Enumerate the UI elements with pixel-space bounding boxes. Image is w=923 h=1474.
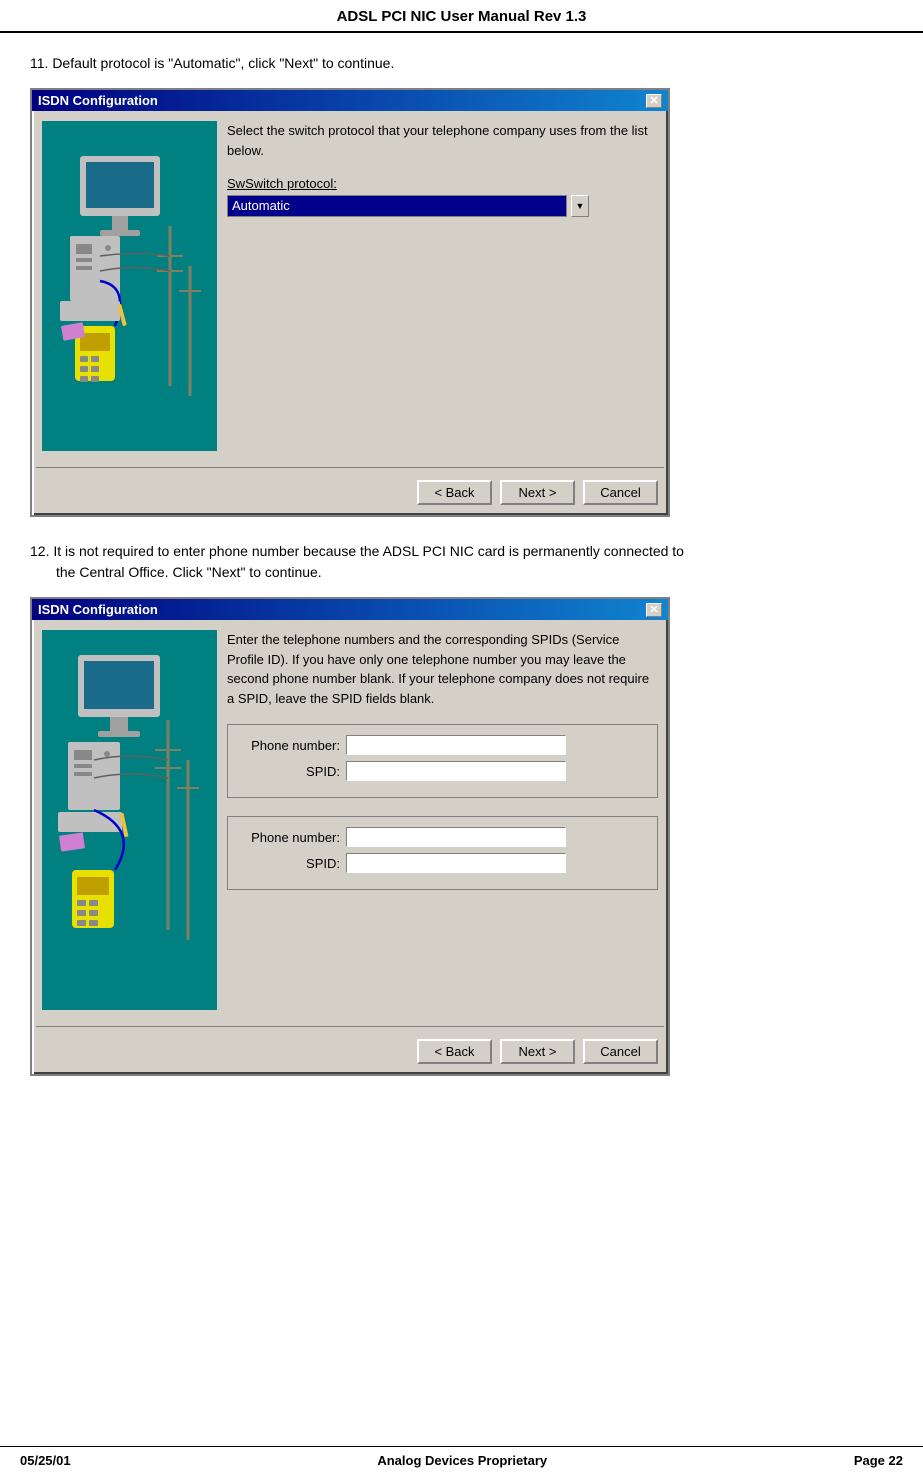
dialog2-next-button[interactable]: Next > xyxy=(500,1039,575,1064)
computer-svg-1 xyxy=(50,126,210,446)
isdn-dialog-2: ISDN Configuration ✕ xyxy=(30,597,670,1076)
dialog1-description: Select the switch protocol that your tel… xyxy=(227,121,658,160)
spid2-row: SPID: xyxy=(240,853,645,873)
computer-svg-2 xyxy=(50,630,210,1010)
phone1-label: Phone number: xyxy=(240,738,340,753)
step12-text1: 12. It is not required to enter phone nu… xyxy=(30,541,893,583)
protocol-dropdown-container: Automatic ▼ xyxy=(227,195,658,217)
spid1-row: SPID: xyxy=(240,761,645,781)
dialog2-divider xyxy=(36,1026,664,1027)
spid2-input[interactable] xyxy=(346,853,566,873)
dialog1-cancel-button[interactable]: Cancel xyxy=(583,480,658,505)
dialog1-divider xyxy=(36,467,664,468)
dialog2-illustration xyxy=(42,630,217,1010)
dialog2-right: Enter the telephone numbers and the corr… xyxy=(227,630,658,1010)
spid1-input[interactable] xyxy=(346,761,566,781)
dialog2-footer: < Back Next > Cancel xyxy=(32,1033,668,1074)
dialog2-close-button[interactable]: ✕ xyxy=(646,603,662,617)
switch-protocol-section: SwSwitch protocol: Automatic ▼ xyxy=(227,176,658,227)
dialog1-next-button[interactable]: Next > xyxy=(500,480,575,505)
dialog2-titlebar: ISDN Configuration ✕ xyxy=(32,599,668,620)
dialog2-cancel-button[interactable]: Cancel xyxy=(583,1039,658,1064)
dialog1-body: Select the switch protocol that your tel… xyxy=(32,111,668,461)
dialog1-back-button[interactable]: < Back xyxy=(417,480,492,505)
phone1-row: Phone number: xyxy=(240,735,645,755)
dialog1-close-button[interactable]: ✕ xyxy=(646,94,662,108)
phone-section-2: Phone number: SPID: xyxy=(227,816,658,890)
dialog1-right: Select the switch protocol that your tel… xyxy=(227,121,658,451)
isdn-dialog-1: ISDN Configuration ✕ xyxy=(30,88,670,517)
header-title: ADSL PCI NIC User Manual Rev 1.3 xyxy=(337,8,587,25)
phone2-label: Phone number: xyxy=(240,830,340,845)
spid2-label: SPID: xyxy=(240,856,340,871)
protocol-dropdown[interactable]: Automatic xyxy=(227,195,567,217)
step11-text: 11. Default protocol is "Automatic", cli… xyxy=(30,53,893,74)
dialog1-illustration xyxy=(42,121,217,451)
dialog2-title: ISDN Configuration xyxy=(38,602,158,617)
footer-page: Page 22 xyxy=(854,1453,903,1468)
dialog1-title: ISDN Configuration xyxy=(38,93,158,108)
dialog1-footer: < Back Next > Cancel xyxy=(32,474,668,515)
phone1-input[interactable] xyxy=(346,735,566,755)
dialog2-back-button[interactable]: < Back xyxy=(417,1039,492,1064)
spid1-label: SPID: xyxy=(240,764,340,779)
dialog1-titlebar: ISDN Configuration ✕ xyxy=(32,90,668,111)
dropdown-arrow-button[interactable]: ▼ xyxy=(571,195,589,217)
footer-date: 05/25/01 xyxy=(20,1453,71,1468)
dialog2-description: Enter the telephone numbers and the corr… xyxy=(227,630,658,708)
phone2-input[interactable] xyxy=(346,827,566,847)
footer-company: Analog Devices Proprietary xyxy=(377,1453,547,1468)
page-footer: 05/25/01 Analog Devices Proprietary Page… xyxy=(0,1446,923,1474)
page-header: ADSL PCI NIC User Manual Rev 1.3 xyxy=(0,0,923,33)
phone2-row: Phone number: xyxy=(240,827,645,847)
switch-protocol-label: SwSwitch protocol: xyxy=(227,176,658,191)
phone-section-1: Phone number: SPID: xyxy=(227,724,658,798)
dialog2-body: Enter the telephone numbers and the corr… xyxy=(32,620,668,1020)
